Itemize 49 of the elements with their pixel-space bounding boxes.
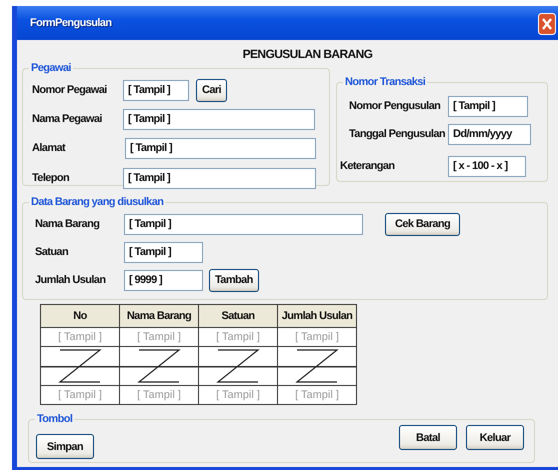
column-header: Jumlah Usulan [278,304,356,328]
table-cell: [ Tampil ] [40,386,120,404]
input-field[interactable]: [ Tampil ] [123,168,316,188]
save-button[interactable]: Simpan [36,434,94,459]
input-field[interactable]: [ Tampil ] [124,242,203,262]
field-label: Telepon [31,172,70,184]
group-title: Tombol [36,413,74,425]
field-label: Nama Barang [34,218,100,230]
table-cell: [ Tampil ] [278,386,356,404]
z-line-drawing [58,349,102,383]
input-field[interactable]: [ Tampil ] [124,214,363,234]
column-header: Nama Barang [120,304,198,328]
table-cell: [ Tampil ] [278,328,356,346]
field-label: Nomor Pengusulan [348,100,442,112]
table-cell: [ Tampil ] [120,328,198,346]
field-label: Nomor Pegawai [31,84,108,96]
check-button[interactable]: Cek Barang [385,212,460,236]
column-header: No [40,304,120,328]
input-field[interactable]: [ Tampil ] [123,108,315,130]
table-cell: [ Tampil ] [198,328,278,346]
z-line-drawing [216,349,260,383]
input-field[interactable]: [ Tampil ] [448,96,528,116]
group-title: Pegawai [30,62,72,74]
form-heading: PENGUSULAN BARANG [242,47,374,62]
field-label: Jumlah Usulan [34,274,106,286]
table-cell: [ Tampil ] [198,386,278,404]
table-cell: [ Tampil ] [120,386,198,404]
close-icon[interactable] [538,13,556,35]
z-line-drawing [295,349,339,383]
group-title: Data Barang yang diusulkan [30,196,164,208]
input-field[interactable]: [ 9999 ] [124,270,203,290]
z-line-drawing [137,349,181,383]
field-label: Tanggal Pengusulan [348,128,446,140]
column-header: Satuan [198,304,278,328]
search-button[interactable]: Cari [196,78,227,102]
group-title: Nomor Transaksi [344,76,426,88]
input-field[interactable]: [ Tampil ] [123,80,189,100]
table-cell: [ Tampil ] [40,328,120,346]
action-button[interactable]: Keluar [466,425,524,450]
field-label: Keterangan [339,160,396,172]
field-label: Alamat [31,142,66,154]
field-label: Nama Pegawai [31,113,103,125]
input-field[interactable]: [ x - 100 - x ] [448,156,526,176]
action-button[interactable]: Batal [399,425,457,450]
input-field[interactable]: Dd/mm/yyyy [448,124,531,144]
add-button[interactable]: Tambah [209,268,259,292]
field-label: Satuan [34,246,70,258]
window-title: FormPengusulan [30,17,112,29]
input-field[interactable]: [ Tampil ] [125,138,316,158]
